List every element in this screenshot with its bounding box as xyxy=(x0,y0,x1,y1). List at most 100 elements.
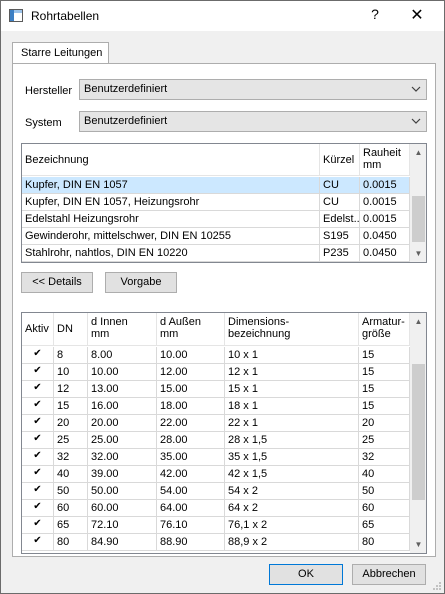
cell-d-innen: 50.00 xyxy=(88,483,157,500)
checkmark-icon: ✔ xyxy=(33,433,42,444)
cell-d-innen: 8.00 xyxy=(88,347,157,364)
checkmark-icon: ✔ xyxy=(33,348,42,359)
table-row[interactable]: ✔ 65 72.10 76.10 76,1 x 2 65 xyxy=(22,517,410,534)
table-row[interactable]: ✔ 40 39.00 42.00 42 x 1,5 40 xyxy=(22,466,410,483)
cell-armatur: 60 xyxy=(359,500,410,517)
cell-bezeichnung: Gewinderohr, mittelschwer, DIN EN 10255 xyxy=(22,228,320,245)
table-row[interactable]: ✔ 25 25.00 28.00 28 x 1,5 25 xyxy=(22,432,410,449)
cell-aktiv[interactable]: ✔ xyxy=(22,500,54,517)
col-armatur[interactable]: Armatur- größe xyxy=(359,313,410,345)
cell-d-innen: 16.00 xyxy=(88,398,157,415)
cell-bezeichnung: Stahlrohr, nahtlos, DIN EN 10220 xyxy=(22,245,320,262)
cell-aktiv[interactable]: ✔ xyxy=(22,398,54,415)
table-row[interactable]: Kupfer, DIN EN 1057, Heizungsrohr CU 0.0… xyxy=(22,194,426,211)
cell-dn: 20 xyxy=(54,415,88,432)
table-row[interactable]: Stahlrohr, nahtlos, DIN EN 10220 P235 0.… xyxy=(22,245,426,262)
checkmark-icon: ✔ xyxy=(33,365,42,376)
scroll-up-icon[interactable]: ▲ xyxy=(410,313,426,330)
cell-armatur: 25 xyxy=(359,432,410,449)
cell-bezeichnung: Kupfer, DIN EN 1057, Heizungsrohr xyxy=(22,194,320,211)
cell-aktiv[interactable]: ✔ xyxy=(22,432,54,449)
col-kuerzel[interactable]: Kürzel xyxy=(320,144,360,175)
dimension-table: Aktiv DN d Innen mm d Außen mm Dimension… xyxy=(21,312,427,554)
cell-armatur: 32 xyxy=(359,449,410,466)
cell-aktiv[interactable]: ✔ xyxy=(22,517,54,534)
cell-aktiv[interactable]: ✔ xyxy=(22,364,54,381)
dimension-scrollbar[interactable]: ▲ ▼ xyxy=(410,313,426,553)
cell-kuerzel: CU xyxy=(320,194,360,211)
cell-dimension: 28 x 1,5 xyxy=(225,432,359,449)
cell-d-aussen: 64.00 xyxy=(157,500,225,517)
scrollbar-thumb[interactable] xyxy=(412,364,425,500)
cell-armatur: 20 xyxy=(359,415,410,432)
table-row[interactable]: ✔ 10 10.00 12.00 12 x 1 15 xyxy=(22,364,410,381)
checkmark-icon: ✔ xyxy=(33,518,42,529)
col-dimension-label-1: Dimensions- xyxy=(228,316,290,328)
table-row[interactable]: Gewinderohr, mittelschwer, DIN EN 10255 … xyxy=(22,228,426,245)
cell-d-aussen: 35.00 xyxy=(157,449,225,466)
tab-starre-leitungen[interactable]: Starre Leitungen xyxy=(12,42,109,64)
close-button[interactable]: ✕ xyxy=(409,5,425,25)
scroll-down-icon[interactable]: ▼ xyxy=(410,245,426,262)
table-row[interactable]: ✔ 15 16.00 18.00 18 x 1 15 xyxy=(22,398,410,415)
col-rauheit-label: Rauheit xyxy=(363,147,401,159)
col-dimension[interactable]: Dimensions- bezeichnung xyxy=(225,313,359,345)
material-scrollbar[interactable]: ▲ ▼ xyxy=(410,144,426,262)
checkmark-icon: ✔ xyxy=(33,467,42,478)
cell-dn: 80 xyxy=(54,534,88,551)
table-row[interactable]: ✔ 20 20.00 22.00 22 x 1 20 xyxy=(22,415,410,432)
table-row[interactable]: ✔ 80 84.90 88.90 88,9 x 2 80 xyxy=(22,534,410,551)
scroll-down-icon[interactable]: ▼ xyxy=(410,536,426,553)
hersteller-select[interactable]: Benutzerdefiniert xyxy=(79,79,427,100)
cell-dimension: 12 x 1 xyxy=(225,364,359,381)
details-button[interactable]: << Details xyxy=(21,272,93,293)
vorgabe-button[interactable]: Vorgabe xyxy=(105,272,177,293)
cell-aktiv[interactable]: ✔ xyxy=(22,415,54,432)
col-d-aussen[interactable]: d Außen mm xyxy=(157,313,225,345)
scroll-up-icon[interactable]: ▲ xyxy=(410,144,426,161)
table-row[interactable]: ✔ 32 32.00 35.00 35 x 1,5 32 xyxy=(22,449,410,466)
cell-aktiv[interactable]: ✔ xyxy=(22,483,54,500)
cell-armatur: 15 xyxy=(359,347,410,364)
material-table: Bezeichnung Kürzel Rauheit mm Kupfer, DI… xyxy=(21,143,427,263)
cell-dn: 32 xyxy=(54,449,88,466)
resize-grip-icon[interactable] xyxy=(432,581,442,591)
cell-kuerzel: P235 xyxy=(320,245,360,262)
cell-bezeichnung: Kupfer, DIN EN 1057 xyxy=(22,177,320,194)
title-bar: Rohrtabellen ? ✕ xyxy=(1,1,444,31)
col-bezeichnung[interactable]: Bezeichnung xyxy=(22,144,320,175)
col-d-innen-label: d Innen xyxy=(91,316,128,328)
cancel-button[interactable]: Abbrechen xyxy=(352,564,426,585)
cell-d-aussen: 76.10 xyxy=(157,517,225,534)
table-row[interactable]: ✔ 50 50.00 54.00 54 x 2 50 xyxy=(22,483,410,500)
cell-kuerzel: S195 xyxy=(320,228,360,245)
cell-d-innen: 20.00 xyxy=(88,415,157,432)
col-rauheit[interactable]: Rauheit mm xyxy=(360,144,410,175)
scrollbar-thumb[interactable] xyxy=(412,196,425,242)
col-armatur-label-1: Armatur- xyxy=(362,316,405,328)
cell-aktiv[interactable]: ✔ xyxy=(22,466,54,483)
cell-rauheit: 0.0015 xyxy=(360,211,410,228)
cell-d-aussen: 42.00 xyxy=(157,466,225,483)
system-select[interactable]: Benutzerdefiniert xyxy=(79,111,427,132)
help-button[interactable]: ? xyxy=(367,6,383,22)
table-row[interactable]: Kupfer, DIN EN 1057 CU 0.0015 xyxy=(22,177,426,194)
table-row[interactable]: ✔ 60 60.00 64.00 64 x 2 60 xyxy=(22,500,410,517)
table-row[interactable]: ✔ 12 13.00 15.00 15 x 1 15 xyxy=(22,381,410,398)
cell-aktiv[interactable]: ✔ xyxy=(22,381,54,398)
col-d-innen[interactable]: d Innen mm xyxy=(88,313,157,345)
cell-dn: 25 xyxy=(54,432,88,449)
ok-button[interactable]: OK xyxy=(269,564,343,585)
system-label: System xyxy=(25,117,62,129)
cell-aktiv[interactable]: ✔ xyxy=(22,449,54,466)
cell-aktiv[interactable]: ✔ xyxy=(22,347,54,364)
checkmark-icon: ✔ xyxy=(33,484,42,495)
col-aktiv[interactable]: Aktiv xyxy=(22,313,54,345)
table-row[interactable]: Edelstahl Heizungsrohr Edelst... 0.0015 xyxy=(22,211,426,228)
cell-aktiv[interactable]: ✔ xyxy=(22,534,54,551)
table-row[interactable]: ✔ 8 8.00 10.00 10 x 1 15 xyxy=(22,347,410,364)
cell-rauheit: 0.0450 xyxy=(360,245,410,262)
cell-dn: 60 xyxy=(54,500,88,517)
col-dn[interactable]: DN xyxy=(54,313,88,345)
cell-dimension: 10 x 1 xyxy=(225,347,359,364)
